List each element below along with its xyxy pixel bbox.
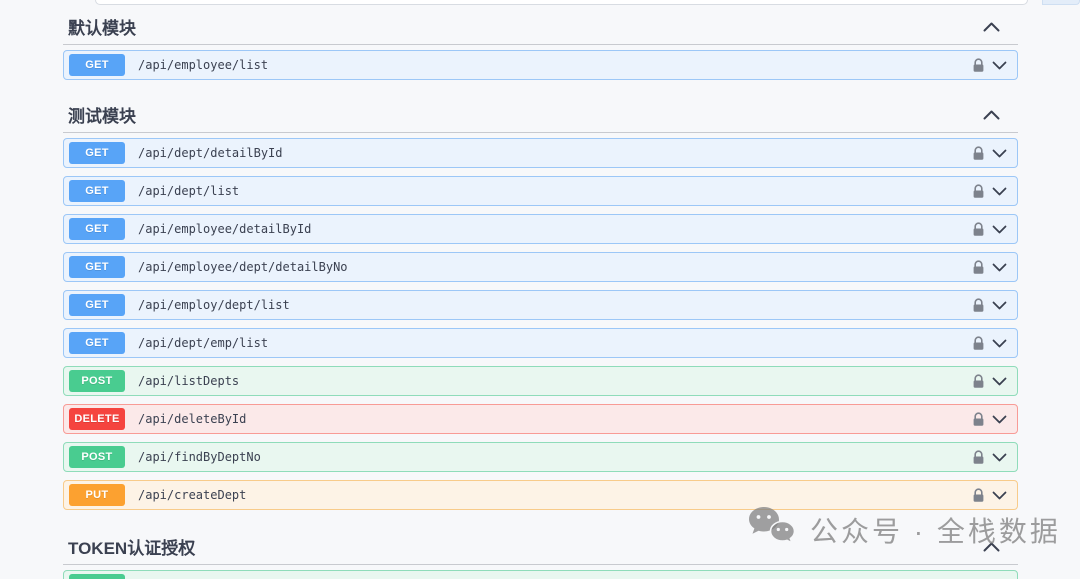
method-badge: GET [69, 332, 125, 354]
endpoint-row[interactable]: GET /api/dept/list [63, 176, 1018, 206]
chevron-up-icon[interactable] [983, 542, 1000, 552]
section-header[interactable]: TOKEN认证授权 [63, 526, 1018, 565]
method-badge: GET [69, 54, 125, 76]
section-test-module: 测试模块 GET /api/dept/detailById GET /api/d… [63, 94, 1018, 510]
endpoint-row[interactable]: PUT /api/createDept [63, 480, 1018, 510]
method-badge: GET [69, 294, 125, 316]
chevron-down-icon[interactable] [992, 339, 1007, 348]
endpoint-path: /api/dept/detailById [138, 146, 972, 160]
chevron-up-icon[interactable] [983, 110, 1000, 120]
chevron-down-icon[interactable] [992, 415, 1007, 424]
top-cropped-remnants [0, 0, 1080, 6]
endpoint-path: /api/employ/dept/list [138, 298, 972, 312]
endpoint-path: /api/listDepts [138, 374, 972, 388]
lock-icon[interactable] [972, 298, 985, 313]
chevron-down-icon[interactable] [992, 263, 1007, 272]
chevron-down-icon[interactable] [992, 301, 1007, 310]
endpoint-row[interactable]: POST /token/generate [63, 570, 1018, 579]
section-header[interactable]: 测试模块 [63, 94, 1018, 133]
button-remnant[interactable] [1042, 0, 1080, 5]
lock-icon[interactable] [972, 488, 985, 503]
lock-icon[interactable] [972, 222, 985, 237]
endpoint-row[interactable]: POST /api/findByDeptNo [63, 442, 1018, 472]
chevron-down-icon[interactable] [992, 187, 1007, 196]
endpoint-row[interactable]: GET /api/dept/detailById [63, 138, 1018, 168]
lock-icon[interactable] [972, 260, 985, 275]
lock-icon[interactable] [972, 450, 985, 465]
chevron-down-icon[interactable] [992, 149, 1007, 158]
lock-icon[interactable] [972, 146, 985, 161]
chevron-down-icon[interactable] [992, 453, 1007, 462]
section-title: 默认模块 [68, 14, 136, 39]
endpoint-path: /api/employee/detailById [138, 222, 972, 236]
lock-icon[interactable] [972, 58, 985, 73]
method-badge: GET [69, 256, 125, 278]
lock-icon[interactable] [972, 336, 985, 351]
endpoint-path: /api/employee/dept/detailByNo [138, 260, 972, 274]
endpoint-row[interactable]: GET /api/employ/dept/list [63, 290, 1018, 320]
method-badge: GET [69, 180, 125, 202]
endpoint-path: /api/findByDeptNo [138, 450, 972, 464]
section-title: TOKEN认证授权 [68, 534, 195, 559]
method-badge: POST [69, 574, 125, 579]
endpoint-row[interactable]: GET /api/employee/dept/detailByNo [63, 252, 1018, 282]
section-header[interactable]: 默认模块 [63, 6, 1018, 45]
method-badge: POST [69, 446, 125, 468]
chevron-down-icon[interactable] [992, 491, 1007, 500]
endpoint-row[interactable]: GET /api/dept/emp/list [63, 328, 1018, 358]
endpoint-path: /api/employee/list [138, 58, 972, 72]
endpoint-row[interactable]: GET /api/employee/detailById [63, 214, 1018, 244]
lock-icon[interactable] [972, 374, 985, 389]
endpoint-row[interactable]: GET /api/employee/list [63, 50, 1018, 80]
chevron-down-icon[interactable] [992, 61, 1007, 70]
lock-icon[interactable] [972, 412, 985, 427]
chevron-up-icon[interactable] [983, 22, 1000, 32]
chevron-down-icon[interactable] [992, 377, 1007, 386]
endpoint-path: /api/dept/list [138, 184, 972, 198]
endpoint-path: /api/createDept [138, 488, 972, 502]
endpoint-row[interactable]: DELETE /api/deleteById [63, 404, 1018, 434]
endpoint-row[interactable]: POST /api/listDepts [63, 366, 1018, 396]
method-badge: PUT [69, 484, 125, 506]
endpoint-path: /api/deleteById [138, 412, 972, 426]
lock-icon[interactable] [972, 184, 985, 199]
api-doc-list: 默认模块 GET /api/employee/list 测试模块 GET /ap… [63, 6, 1018, 579]
method-badge: GET [69, 218, 125, 240]
chevron-down-icon[interactable] [992, 225, 1007, 234]
endpoint-path: /api/dept/emp/list [138, 336, 972, 350]
section-token-auth: TOKEN认证授权 POST /token/generate [63, 526, 1018, 579]
section-default-module: 默认模块 GET /api/employee/list [63, 6, 1018, 80]
method-badge: GET [69, 142, 125, 164]
section-title: 测试模块 [68, 102, 136, 127]
method-badge: POST [69, 370, 125, 392]
filter-input-remnant[interactable] [95, 0, 1028, 5]
method-badge: DELETE [69, 408, 125, 430]
